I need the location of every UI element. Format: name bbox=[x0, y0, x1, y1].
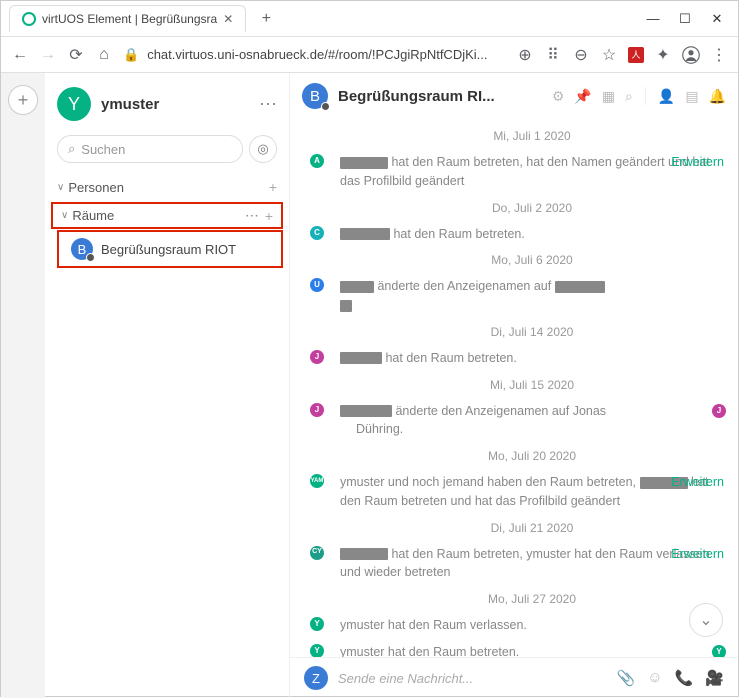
date-separator: Di, Juli 21 2020 bbox=[340, 521, 724, 535]
date-separator: Mo, Juli 27 2020 bbox=[340, 592, 724, 606]
new-tab-button[interactable]: + bbox=[252, 5, 280, 33]
home-icon[interactable]: ⌂ bbox=[95, 46, 113, 64]
room-name: Begrüßungsraum RIOT bbox=[101, 242, 236, 257]
scroll-down-button[interactable]: ⌄ bbox=[689, 603, 723, 637]
forward-icon: → bbox=[39, 46, 57, 64]
search-icon: ⌕ bbox=[68, 141, 75, 157]
browser-tab[interactable]: virtUOS Element | Begrüßungsra ✕ bbox=[9, 5, 246, 32]
date-separator: Mo, Juli 6 2020 bbox=[340, 253, 724, 267]
composer-avatar: Z bbox=[304, 666, 328, 690]
search-room-icon[interactable]: ⌕ bbox=[625, 88, 633, 105]
members-icon[interactable]: 👤 bbox=[658, 88, 675, 105]
membership-event: CY Erweitern hat den Raum betreten, ymus… bbox=[340, 545, 724, 583]
favicon bbox=[22, 12, 36, 26]
lock-icon[interactable]: 🔒 bbox=[123, 47, 139, 63]
member-avatar: J bbox=[712, 404, 726, 418]
membership-event: Y Y ymuster hat den Raum betreten. bbox=[340, 643, 724, 657]
date-separator: Mi, Juli 15 2020 bbox=[340, 378, 724, 392]
date-separator: Do, Juli 2 2020 bbox=[340, 201, 724, 215]
pin-icon[interactable]: 📌 bbox=[574, 88, 591, 105]
close-tab-icon[interactable]: ✕ bbox=[223, 12, 233, 26]
notif-icon[interactable]: 🔔 bbox=[709, 88, 726, 105]
search-placeholder: Suchen bbox=[81, 142, 125, 157]
message-input[interactable]: Sende eine Nachricht... bbox=[338, 671, 607, 686]
emoji-icon[interactable]: ☺ bbox=[647, 669, 662, 687]
bookmark-icon[interactable]: ☆ bbox=[600, 45, 618, 65]
expand-link[interactable]: Erweitern bbox=[671, 545, 724, 564]
add-page-icon[interactable]: ⊕ bbox=[516, 45, 534, 65]
settings-icon[interactable]: ⚙ bbox=[552, 88, 565, 105]
category-rooms[interactable]: ∨ Räume ⋯ + bbox=[51, 202, 283, 229]
user-avatar[interactable]: Y bbox=[57, 87, 91, 121]
profile-icon[interactable] bbox=[682, 45, 700, 65]
membership-event: YAM Erweitern ymuster und noch jemand ha… bbox=[340, 473, 724, 511]
translate-icon[interactable]: ⠿ bbox=[544, 45, 562, 65]
member-avatar: C bbox=[310, 226, 324, 240]
chevron-down-icon: ∨ bbox=[57, 182, 64, 193]
room-avatar: B bbox=[71, 238, 93, 260]
window-maximize[interactable]: ☐ bbox=[678, 12, 692, 26]
membership-event: Y ymuster hat den Raum verlassen. bbox=[340, 616, 724, 635]
member-avatar: CY bbox=[310, 546, 324, 560]
room-header-title: Begrüßungsraum RI... bbox=[338, 88, 542, 105]
user-name: ymuster bbox=[101, 96, 249, 113]
membership-event: A Erweitern hat den Raum betreten, hat d… bbox=[340, 153, 724, 191]
rooms-options[interactable]: ⋯ bbox=[245, 207, 259, 224]
member-avatar: J bbox=[310, 403, 324, 417]
video-call-icon[interactable]: 🎥 bbox=[705, 669, 724, 687]
reload-icon[interactable]: ⟳ bbox=[67, 45, 85, 65]
extension-icon[interactable]: ✦ bbox=[654, 45, 672, 65]
files-icon[interactable]: ▤ bbox=[685, 88, 698, 105]
url-text[interactable]: chat.virtuos.uni-osnabrueck.de/#/room/!P… bbox=[147, 47, 487, 62]
window-minimize[interactable]: — bbox=[646, 12, 660, 26]
member-avatar: YAM bbox=[310, 474, 324, 488]
member-avatar: J bbox=[310, 350, 324, 364]
tab-title: virtUOS Element | Begrüßungsra bbox=[42, 12, 217, 26]
window-close[interactable]: ✕ bbox=[710, 12, 724, 26]
membership-event: J hat den Raum betreten. bbox=[340, 349, 724, 368]
pdf-ext-icon[interactable]: 人 bbox=[628, 47, 644, 63]
explore-button[interactable]: ◎ bbox=[249, 135, 277, 163]
member-avatar: A bbox=[310, 154, 324, 168]
expand-link[interactable]: Erweitern bbox=[671, 153, 724, 172]
expand-link[interactable]: Erweitern bbox=[671, 473, 724, 492]
user-menu-button[interactable]: ⋯ bbox=[259, 94, 277, 115]
date-separator: Di, Juli 14 2020 bbox=[340, 325, 724, 339]
create-space-button[interactable]: + bbox=[8, 85, 38, 115]
membership-event: J J änderte den Anzeigenamen auf Jonas D… bbox=[340, 402, 724, 440]
room-header-avatar: B bbox=[302, 83, 328, 109]
apps-icon[interactable]: ▦ bbox=[602, 88, 615, 105]
chevron-down-icon: ∨ bbox=[61, 210, 68, 221]
membership-event: U änderte den Anzeigenamen auf bbox=[340, 277, 724, 315]
attach-icon[interactable]: 📎 bbox=[617, 669, 636, 687]
date-separator: Mo, Juli 20 2020 bbox=[340, 449, 724, 463]
back-icon[interactable]: ← bbox=[11, 46, 29, 64]
category-people[interactable]: ∨ Personen + bbox=[45, 173, 289, 201]
membership-event: C hat den Raum betreten. bbox=[340, 225, 724, 244]
add-room-button[interactable]: + bbox=[265, 208, 273, 224]
voice-call-icon[interactable]: 📞 bbox=[675, 669, 694, 687]
date-separator: Mi, Juli 1 2020 bbox=[340, 129, 724, 143]
search-input[interactable]: ⌕ Suchen bbox=[57, 135, 243, 163]
zoom-icon[interactable]: ⊖ bbox=[572, 45, 590, 65]
member-avatar: Y bbox=[310, 644, 324, 657]
room-item[interactable]: B Begrüßungsraum RIOT bbox=[57, 230, 283, 268]
member-avatar: U bbox=[310, 278, 324, 292]
add-person-button[interactable]: + bbox=[269, 179, 277, 195]
member-avatar: Y bbox=[712, 645, 726, 657]
member-avatar: Y bbox=[310, 617, 324, 631]
menu-icon[interactable]: ⋮ bbox=[710, 45, 728, 65]
